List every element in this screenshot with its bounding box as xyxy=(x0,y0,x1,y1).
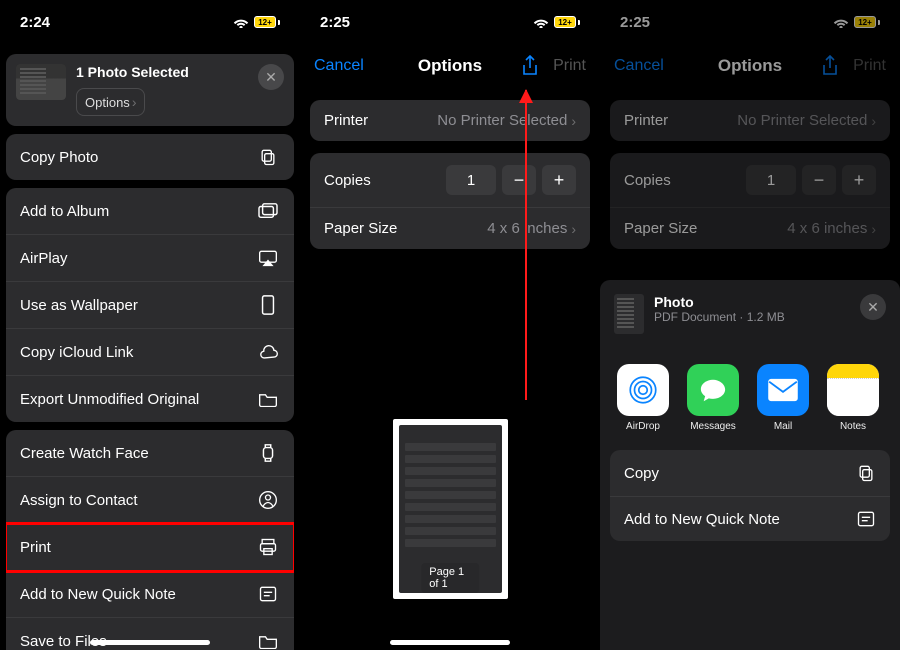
cloud-icon xyxy=(256,342,280,362)
battery-indicator: 12+ xyxy=(554,16,580,28)
annotation-arrow xyxy=(525,90,527,400)
wifi-icon xyxy=(233,16,249,28)
file-subtitle: PDF Document · 1.2 MB xyxy=(654,310,785,324)
share-app-airdrop[interactable]: AirDrop xyxy=(616,364,670,432)
folder-icon xyxy=(256,389,280,409)
printer-row[interactable]: Printer No Printer Selected › xyxy=(610,100,890,141)
album-icon xyxy=(256,201,280,221)
action-add-to-album[interactable]: Add to Album xyxy=(6,188,294,235)
print-settings-group: Copies 1 − + Paper Size 4 x 6 inches › xyxy=(610,153,890,249)
share-icon[interactable] xyxy=(521,55,539,77)
copies-row: Copies 1 − + xyxy=(310,153,590,208)
action-group-copy: Copy Photo xyxy=(6,134,294,180)
home-indicator[interactable] xyxy=(90,640,210,645)
print-button: Print xyxy=(553,57,586,75)
printer-group: Printer No Printer Selected › xyxy=(610,100,890,141)
action-assign-to-contact[interactable]: Assign to Contact xyxy=(6,477,294,524)
action-copy-photo[interactable]: Copy Photo xyxy=(6,134,294,180)
share-apps-row: AirDrop Messages Mail Notes xyxy=(610,344,890,440)
share-actions-panel: 2:24 12+ 1 Photo Selected Options› ✕ Cop… xyxy=(0,0,300,650)
share-app-notes[interactable]: Notes xyxy=(826,364,880,432)
nav-bar: Cancel Options Print xyxy=(600,44,900,88)
page-indicator: Page 1 of 1 xyxy=(421,563,479,593)
wifi-icon xyxy=(533,16,549,28)
status-bar: 2:25 12+ xyxy=(600,0,900,44)
phone-icon xyxy=(256,295,280,315)
selection-title: 1 Photo Selected xyxy=(76,64,248,80)
print-share-overlay-panel: 2:25 12+ Cancel Options Print Printer No… xyxy=(600,0,900,650)
watch-icon xyxy=(256,443,280,463)
action-copy-icloud-link[interactable]: Copy iCloud Link xyxy=(6,329,294,376)
action-use-as-wallpaper[interactable]: Use as Wallpaper xyxy=(6,282,294,329)
share-action-add-to-new-quick-note[interactable]: Add to New Quick Note xyxy=(610,497,890,541)
decrement-button[interactable]: − xyxy=(802,165,836,195)
print-button: Print xyxy=(853,57,886,75)
airplay-icon xyxy=(256,248,280,268)
copies-row: Copies 1 − + xyxy=(610,153,890,208)
close-icon[interactable]: ✕ xyxy=(860,294,886,320)
paper-size-row[interactable]: Paper Size 4 x 6 inches › xyxy=(610,208,890,249)
increment-button[interactable]: + xyxy=(842,165,876,195)
print-preview[interactable]: Page 1 of 1 xyxy=(300,419,600,599)
clock: 2:25 xyxy=(320,14,350,31)
share-sheet-header: 1 Photo Selected Options› ✕ xyxy=(6,54,294,126)
action-print[interactable]: Print xyxy=(6,524,294,571)
status-bar: 2:24 12+ xyxy=(0,0,300,44)
close-icon[interactable]: ✕ xyxy=(258,64,284,90)
increment-button[interactable]: + xyxy=(542,165,576,195)
clock: 2:24 xyxy=(20,14,50,31)
share-icon[interactable] xyxy=(821,55,839,77)
action-airplay[interactable]: AirPlay xyxy=(6,235,294,282)
folder-icon xyxy=(256,631,280,650)
action-group-more: Create Watch FaceAssign to ContactPrintA… xyxy=(6,430,294,650)
action-export-unmodified-original[interactable]: Export Unmodified Original xyxy=(6,376,294,422)
share-actions-group: CopyAdd to New Quick Note xyxy=(610,450,890,541)
file-title: Photo xyxy=(654,294,785,310)
printer-row[interactable]: Printer No Printer Selected › xyxy=(310,100,590,141)
action-group-general: Add to AlbumAirPlayUse as WallpaperCopy … xyxy=(6,188,294,422)
nav-bar: Cancel Options Print xyxy=(300,44,600,88)
battery-indicator: 12+ xyxy=(254,16,280,28)
print-icon xyxy=(256,537,280,557)
share-sheet-overlay: Photo PDF Document · 1.2 MB ✕ AirDrop Mes… xyxy=(600,280,900,650)
share-app-messages[interactable]: Messages xyxy=(686,364,740,432)
copies-count[interactable]: 1 xyxy=(746,165,796,195)
battery-indicator: 12+ xyxy=(854,16,880,28)
cancel-button[interactable]: Cancel xyxy=(314,57,364,75)
paper-size-row[interactable]: Paper Size 4 x 6 inches › xyxy=(310,208,590,249)
decrement-button[interactable]: − xyxy=(502,165,536,195)
copies-count[interactable]: 1 xyxy=(446,165,496,195)
contact-icon xyxy=(256,490,280,510)
cancel-button[interactable]: Cancel xyxy=(614,57,664,75)
share-app-mail[interactable]: Mail xyxy=(756,364,810,432)
wifi-icon xyxy=(833,16,849,28)
copy-icon xyxy=(256,147,280,167)
share-action-copy[interactable]: Copy xyxy=(610,450,890,497)
home-indicator[interactable] xyxy=(390,640,510,645)
printer-group: Printer No Printer Selected › xyxy=(310,100,590,141)
print-options-panel: 2:25 12+ Cancel Options Print Printer No… xyxy=(300,0,600,650)
file-thumbnail xyxy=(614,294,644,334)
print-settings-group: Copies 1 − + Paper Size 4 x 6 inches › xyxy=(310,153,590,249)
options-chip[interactable]: Options› xyxy=(76,88,145,116)
action-save-to-files[interactable]: Save to Files xyxy=(6,618,294,650)
status-bar: 2:25 12+ xyxy=(300,0,600,44)
action-create-watch-face[interactable]: Create Watch Face xyxy=(6,430,294,477)
action-add-to-new-quick-note[interactable]: Add to New Quick Note xyxy=(6,571,294,618)
clock: 2:25 xyxy=(620,14,650,31)
note-icon xyxy=(256,584,280,604)
selection-thumbnail xyxy=(16,64,66,100)
